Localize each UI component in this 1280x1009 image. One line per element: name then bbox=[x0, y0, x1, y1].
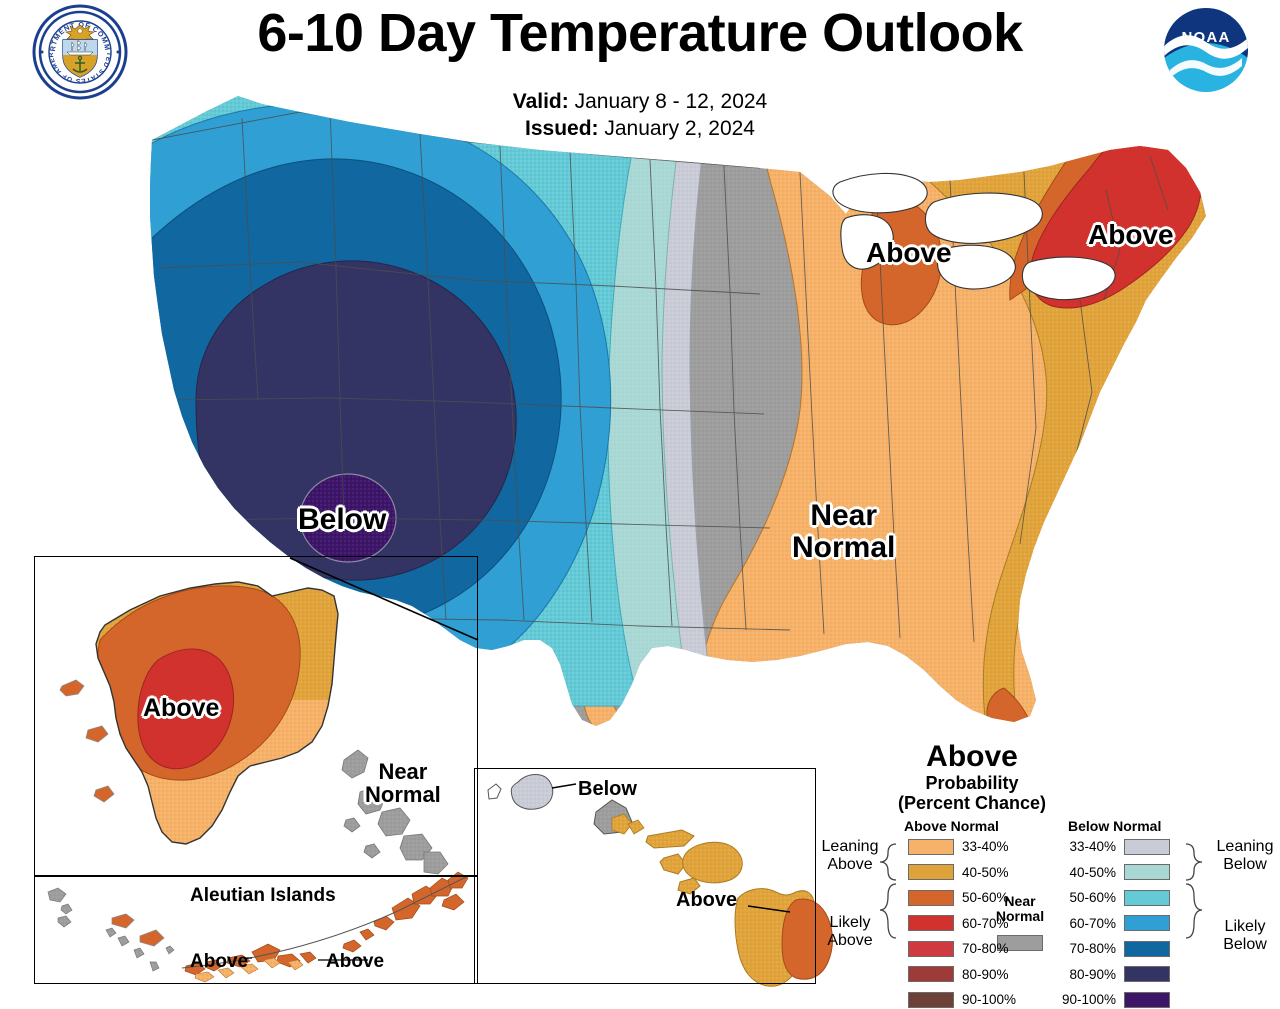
legend-label-above-70-80: 70-80% bbox=[962, 941, 1009, 957]
legend-leaning-above-line2: Above bbox=[827, 856, 873, 874]
legend-label-above-60-70: 60-70% bbox=[962, 915, 1009, 931]
legend-swatch-above-70-80 bbox=[908, 940, 954, 957]
legend-label-above-90-100: 90-100% bbox=[962, 992, 1017, 1008]
legend-row-above-40-50: 40-50% bbox=[908, 864, 1009, 882]
legend-row-below-80-90: 80-90% bbox=[1060, 966, 1170, 984]
legend-leaning-below-line1: Leaning bbox=[1216, 838, 1274, 855]
map-label-aleutian-islands-title: Aleutian Islands bbox=[190, 885, 336, 906]
legend-label-below-50-60: 50-60% bbox=[1069, 890, 1116, 906]
legend-likely-below-line2: Below bbox=[1223, 936, 1267, 954]
legend-label-above-50-60: 50-60% bbox=[962, 890, 1009, 906]
legend-swatch-below-40-50 bbox=[1124, 864, 1170, 881]
legend-group-likely-above: Likely Above bbox=[808, 914, 892, 951]
map-label-above-aleutian-east: Above bbox=[326, 951, 385, 972]
legend-label-below-33-40: 33-40% bbox=[1069, 839, 1116, 855]
map-label-below-hawaii: Below bbox=[578, 778, 637, 800]
legend-group-likely-below: Likely Below bbox=[1202, 918, 1280, 955]
legend-label-below-90-100: 90-100% bbox=[1061, 992, 1116, 1008]
hawaii-inset-frame bbox=[474, 768, 816, 984]
legend-row-above-80-90: 80-90% bbox=[908, 966, 1009, 984]
legend-likely-above-line1: Likely bbox=[829, 914, 871, 931]
legend-row-above-50-60: 50-60% bbox=[908, 889, 1009, 907]
legend-label-below-80-90: 80-90% bbox=[1069, 966, 1116, 982]
map-label-above-hawaii: Above bbox=[676, 889, 738, 911]
legend-likely-below-line1: Likely bbox=[1224, 918, 1266, 935]
legend-leaning-above-line1: Leaning bbox=[821, 838, 879, 855]
legend-swatch-below-80-90 bbox=[1124, 966, 1170, 983]
legend-row-above-33-40: 33-40% bbox=[908, 838, 1009, 856]
legend-row-below-60-70: 60-70% bbox=[1060, 915, 1170, 933]
legend-row-above-70-80: 70-80% bbox=[908, 940, 1009, 958]
legend-label-above-40-50: 40-50% bbox=[962, 864, 1009, 880]
legend-swatch-below-70-80 bbox=[1124, 940, 1170, 957]
legend-subtitle-probability: Probability bbox=[925, 773, 1019, 793]
legend-label-below-60-70: 60-70% bbox=[1069, 915, 1116, 931]
legend-header-below-normal: Below Normal bbox=[1068, 818, 1162, 834]
legend-row-above-60-70: 60-70% bbox=[908, 915, 1009, 933]
alaska-inset-frame bbox=[34, 556, 478, 876]
legend-label-below-40-50: 40-50% bbox=[1069, 864, 1116, 880]
legend-label-above-80-90: 80-90% bbox=[962, 966, 1009, 982]
legend-swatch-below-50-60 bbox=[1124, 889, 1170, 906]
legend-swatch-below-33-40 bbox=[1124, 838, 1170, 855]
legend-swatch-above-50-60 bbox=[908, 889, 954, 906]
legend-swatch-above-33-40 bbox=[908, 838, 954, 855]
legend-leaning-below-line2: Below bbox=[1223, 856, 1267, 874]
legend-subtitle-percent-chance: (Percent Chance) bbox=[897, 793, 1047, 813]
legend-row-below-70-80: 70-80% bbox=[1060, 940, 1170, 958]
legend-label-below-70-80: 70-80% bbox=[1069, 941, 1116, 957]
legend: Above Probability (Percent Chance) Above… bbox=[812, 740, 1280, 1008]
legend-swatch-above-40-50 bbox=[908, 864, 954, 881]
legend-group-leaning-above: Leaning Above bbox=[808, 838, 892, 875]
map-label-above-aleutian-west: Above bbox=[190, 951, 249, 972]
legend-label-above-33-40: 33-40% bbox=[962, 839, 1009, 855]
legend-swatch-below-60-70 bbox=[1124, 915, 1170, 932]
legend-swatch-above-60-70 bbox=[908, 915, 954, 932]
legend-row-below-33-40: 33-40% bbox=[1060, 838, 1170, 856]
legend-swatch-above-90-100 bbox=[908, 991, 954, 1008]
legend-likely-above-line2: Above bbox=[827, 932, 873, 950]
legend-row-below-50-60: 50-60% bbox=[1060, 889, 1170, 907]
legend-row-above-90-100: 90-100% bbox=[908, 991, 1016, 1009]
legend-swatch-above-80-90 bbox=[908, 966, 954, 983]
legend-row-below-90-100: 90-100% bbox=[1060, 991, 1170, 1009]
legend-title: Above bbox=[926, 740, 1018, 773]
legend-header-above-normal: Above Normal bbox=[904, 818, 999, 834]
legend-row-below-40-50: 40-50% bbox=[1060, 864, 1170, 882]
legend-swatch-below-90-100 bbox=[1124, 991, 1170, 1008]
legend-group-leaning-below: Leaning Below bbox=[1202, 838, 1280, 875]
